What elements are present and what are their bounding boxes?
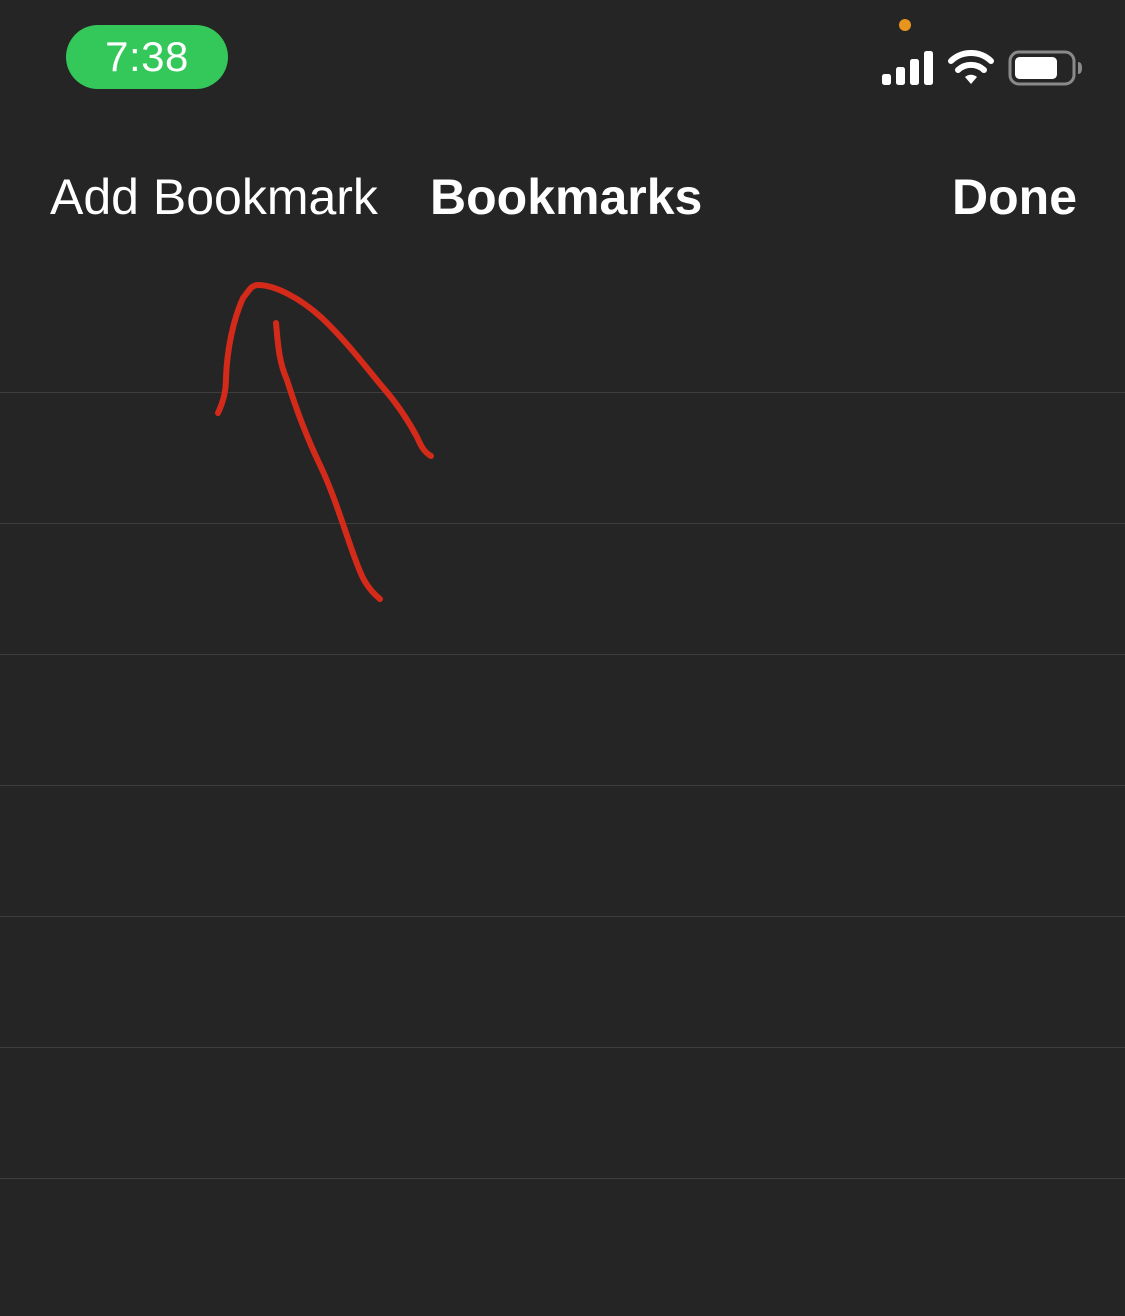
signal-icon bbox=[882, 51, 933, 85]
list-item bbox=[0, 1048, 1125, 1179]
privacy-indicator-dot bbox=[899, 19, 911, 31]
battery-icon bbox=[1008, 50, 1082, 86]
list-item bbox=[0, 655, 1125, 786]
list-item bbox=[0, 524, 1125, 655]
status-bar: 7:38 bbox=[0, 0, 1125, 110]
bookmarks-list bbox=[0, 262, 1125, 1316]
list-item bbox=[0, 262, 1125, 393]
wifi-icon bbox=[948, 50, 994, 84]
list-item bbox=[0, 393, 1125, 524]
done-button[interactable]: Done bbox=[952, 168, 1077, 226]
page-title: Bookmarks bbox=[430, 169, 703, 225]
status-time: 7:38 bbox=[105, 33, 189, 80]
time-pill[interactable]: 7:38 bbox=[66, 25, 228, 89]
navigation-bar: Add Bookmark Bookmarks Done bbox=[0, 140, 1125, 256]
add-bookmark-button[interactable]: Add Bookmark bbox=[50, 168, 378, 226]
list-item bbox=[0, 786, 1125, 917]
list-item bbox=[0, 917, 1125, 1048]
